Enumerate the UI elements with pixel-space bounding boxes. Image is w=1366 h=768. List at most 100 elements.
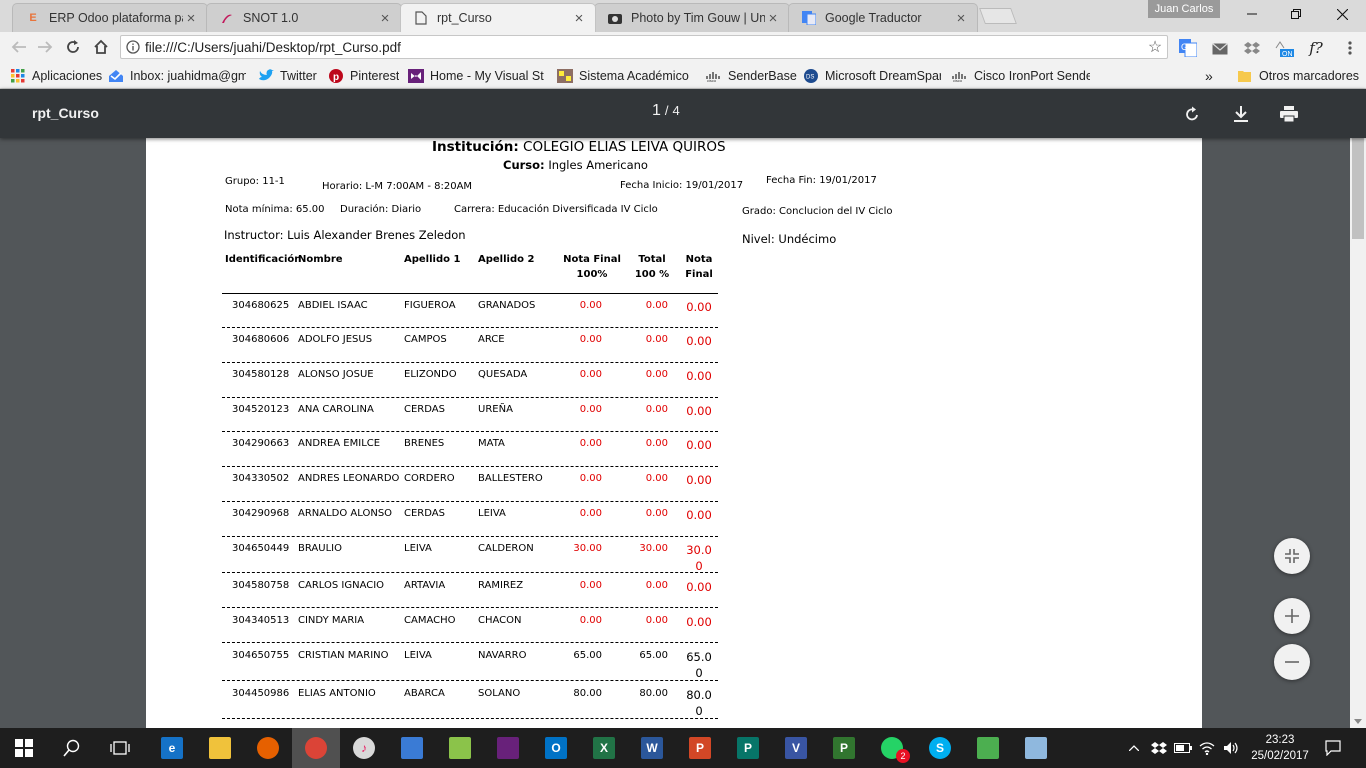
action-center-button[interactable] — [1318, 728, 1348, 768]
forward-button[interactable] — [34, 36, 56, 58]
whatsapp-taskbar-button[interactable]: 2 — [868, 728, 916, 768]
pdf-viewport[interactable]: Institución: COLEGIO ELIAS LEIVA QUIROS … — [0, 138, 1350, 728]
bookmark-twitter[interactable]: Twitter — [258, 67, 317, 84]
itunes-taskbar-button[interactable]: ♪ — [340, 728, 388, 768]
chart-app-taskbar-button[interactable] — [964, 728, 1012, 768]
close-window-button[interactable] — [1318, 0, 1366, 28]
cell-s2: QUESADA — [478, 369, 528, 380]
start-button[interactable] — [0, 728, 48, 768]
file-explorer-icon — [209, 737, 231, 759]
bookmark-star-icon[interactable]: ☆ — [1143, 37, 1167, 57]
download-button[interactable] — [1229, 102, 1253, 126]
show-hidden-icons[interactable] — [1124, 728, 1144, 768]
bookmark-visual-studio[interactable]: Home - My Visual Stu — [408, 67, 544, 84]
system-clock[interactable]: 23:23 25/02/2017 — [1248, 732, 1312, 764]
bookmark-pinterest[interactable]: p Pinterest — [328, 67, 399, 84]
skype-taskbar-button[interactable]: S — [916, 728, 964, 768]
firefox-taskbar-button[interactable] — [244, 728, 292, 768]
close-icon[interactable]: × — [183, 10, 199, 27]
visual-studio-taskbar-taskbar-button[interactable] — [484, 728, 532, 768]
tab-odoo[interactable]: E ERP Odoo plataforma pa × — [12, 3, 208, 32]
bookmark-inbox[interactable]: Inbox: juahidma@gm — [108, 67, 246, 84]
cell-name: ALONSO JOSUE — [298, 369, 374, 380]
pdf-toolbar: rpt_Curso 1/4 — [0, 89, 1366, 138]
fit-page-button[interactable] — [1274, 538, 1310, 574]
edge-taskbar-button[interactable]: e — [148, 728, 196, 768]
battery-tray[interactable] — [1172, 728, 1194, 768]
reload-button[interactable] — [62, 36, 84, 58]
current-page-input[interactable]: 1 — [652, 102, 661, 119]
visio-taskbar-button[interactable]: V — [772, 728, 820, 768]
bookmark-label: Microsoft DreamSpar — [825, 68, 941, 83]
chrome-menu-icon[interactable] — [1340, 38, 1360, 58]
dropbox-tray[interactable] — [1148, 728, 1170, 768]
tab-rpt-curso[interactable]: rpt_Curso × — [400, 3, 596, 32]
cell-s1: ELIZONDO — [404, 369, 457, 380]
new-tab-button[interactable] — [979, 8, 1017, 24]
chrome-taskbar-button[interactable] — [292, 728, 340, 768]
home-button[interactable] — [90, 36, 112, 58]
translate-extension-icon[interactable]: G — [1178, 38, 1198, 58]
notes-app-taskbar-button[interactable] — [1012, 728, 1060, 768]
excel-taskbar-button[interactable]: X — [580, 728, 628, 768]
close-icon[interactable]: × — [765, 10, 781, 27]
bookmark-dreamspark[interactable]: DS Microsoft DreamSpar — [803, 67, 941, 84]
search-button[interactable] — [48, 728, 96, 768]
other-bookmarks-label: Otros marcadores — [1259, 68, 1360, 83]
cell-name: CARLOS IGNACIO — [298, 580, 385, 591]
back-button[interactable] — [8, 36, 30, 58]
other-bookmarks[interactable]: Otros marcadores — [1237, 67, 1359, 84]
formula-extension-icon[interactable]: f? — [1306, 38, 1326, 58]
close-icon[interactable]: × — [953, 10, 969, 27]
zoom-in-button[interactable] — [1274, 598, 1310, 634]
close-icon[interactable]: × — [571, 10, 587, 27]
outlook-taskbar-button[interactable]: O — [532, 728, 580, 768]
info-icon[interactable] — [121, 40, 145, 54]
cell-total: 0.00 — [645, 438, 668, 449]
profile-button[interactable]: Juan Carlos — [1148, 0, 1220, 18]
word-taskbar-button[interactable]: W — [628, 728, 676, 768]
zoom-out-button[interactable] — [1274, 644, 1310, 680]
notification-icon — [1325, 740, 1341, 756]
task-view-button[interactable] — [96, 728, 144, 768]
tab-photo[interactable]: Photo by Tim Gouw | Un × — [594, 3, 790, 32]
scroll-down-icon[interactable] — [1354, 719, 1362, 724]
tools-taskbar-button[interactable] — [436, 728, 484, 768]
windows-logo-icon — [15, 739, 33, 757]
more-bookmarks-button[interactable]: » — [1205, 67, 1213, 84]
restore-button[interactable] — [1272, 0, 1320, 28]
translate-icon — [801, 10, 817, 26]
cell-s2: GRANADOS — [478, 300, 536, 311]
publisher-taskbar-button[interactable]: P — [724, 728, 772, 768]
vertical-scrollbar[interactable] — [1350, 89, 1366, 728]
minimize-button[interactable] — [1228, 0, 1276, 28]
dropbox-icon[interactable] — [1242, 38, 1262, 58]
scrollbar-thumb[interactable] — [1352, 127, 1364, 239]
cell-s2: UREÑA — [478, 404, 513, 415]
print-button[interactable] — [1277, 102, 1301, 126]
wifi-tray[interactable] — [1196, 728, 1218, 768]
windows-taskbar: 23:23 25/02/2017 e ♪ O X W P P V P 2 S — [0, 728, 1366, 768]
cell-s1: CAMACHO — [404, 615, 456, 626]
network-tool-taskbar-button[interactable] — [388, 728, 436, 768]
bookmark-academic[interactable]: Sistema Académico U — [557, 67, 693, 84]
project-taskbar-button[interactable]: P — [820, 728, 868, 768]
tab-translate[interactable]: Google Traductor × — [788, 3, 978, 32]
inbox-icon — [108, 69, 124, 83]
cisco-icon: cisco — [706, 69, 722, 83]
bookmark-ironport[interactable]: cisco Cisco IronPort Sender — [952, 67, 1090, 84]
tab-snot[interactable]: SNOT 1.0 × — [206, 3, 402, 32]
bookmark-apps[interactable]: Aplicaciones — [10, 67, 102, 84]
rotate-button[interactable] — [1180, 102, 1204, 126]
mail-checker-icon[interactable] — [1210, 38, 1230, 58]
cell-total: 0.00 — [645, 404, 668, 415]
powerpoint-taskbar-button[interactable]: P — [676, 728, 724, 768]
volume-tray[interactable] — [1220, 728, 1242, 768]
bookmark-senderbase[interactable]: cisco SenderBase — [706, 67, 797, 84]
row-divider — [222, 680, 718, 681]
close-icon[interactable]: × — [377, 10, 393, 27]
address-bar[interactable]: file:///C:/Users/juahi/Desktop/rpt_Curso… — [120, 35, 1168, 59]
file-explorer-taskbar-button[interactable] — [196, 728, 244, 768]
cell-s2: LEIVA — [478, 508, 506, 519]
toggle-extension-icon[interactable]: ON — [1274, 38, 1294, 58]
